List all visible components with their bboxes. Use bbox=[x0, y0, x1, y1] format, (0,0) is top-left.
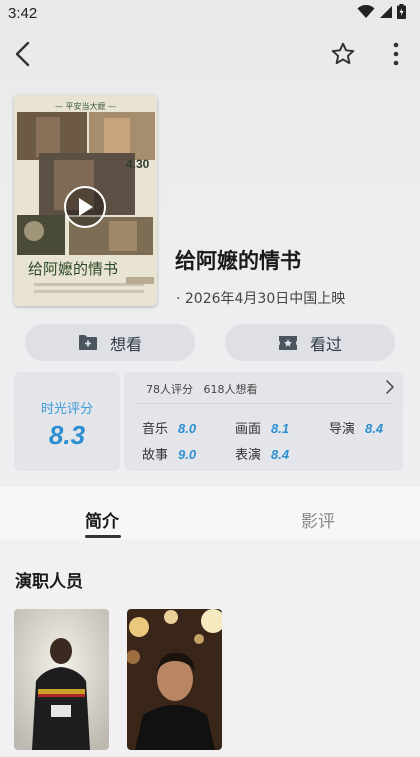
rating-value: 8.3 bbox=[48, 420, 86, 450]
subscore-label: 故事 bbox=[142, 448, 169, 463]
ticket-star-icon bbox=[278, 335, 297, 350]
subscore-value: 8.0 bbox=[178, 421, 197, 436]
rating-divider bbox=[136, 403, 393, 404]
subscore-director: 导演 8.4 bbox=[329, 418, 383, 437]
tab-bar: 简介 影评 bbox=[0, 487, 420, 539]
poster-date: 4.30 bbox=[126, 157, 150, 171]
subscore-value: 8.4 bbox=[365, 421, 384, 436]
cast-photo[interactable] bbox=[14, 609, 109, 750]
battery-icon bbox=[397, 4, 406, 19]
poster-tagline: — 平安当大嬷 — bbox=[54, 102, 117, 111]
more-button[interactable] bbox=[380, 38, 412, 70]
more-vertical-icon bbox=[393, 42, 399, 66]
arrow-left-icon bbox=[15, 41, 30, 67]
status-bar: 3:42 bbox=[0, 0, 420, 28]
wifi-icon bbox=[357, 4, 375, 18]
tab-intro[interactable]: 简介 bbox=[85, 507, 119, 532]
subscore-value: 9.0 bbox=[178, 447, 197, 462]
cast-photo-image bbox=[14, 609, 109, 750]
signal-icon bbox=[380, 5, 392, 18]
watched-button[interactable]: 看过 bbox=[225, 324, 395, 361]
subscore-visual: 画面 8.1 bbox=[235, 418, 289, 437]
folder-add-icon bbox=[78, 335, 97, 350]
play-icon bbox=[79, 198, 93, 216]
subscore-label: 表演 bbox=[235, 448, 262, 463]
subscore-story: 故事 9.0 bbox=[142, 444, 196, 463]
movie-title: 给阿嬷的情书 bbox=[175, 249, 301, 273]
rating-detail-card[interactable]: 78人评分 618人想看 音乐 8.0 画面 8.1 导演 8.4 故事 9.0 表演 8… bbox=[124, 372, 403, 471]
subscore-label: 音乐 bbox=[142, 422, 169, 437]
cast-photo[interactable] bbox=[127, 609, 222, 750]
subscore-acting: 表演 8.4 bbox=[235, 444, 289, 463]
subscore-label: 导演 bbox=[329, 422, 356, 437]
subscore-value: 8.4 bbox=[271, 447, 290, 462]
poster-title: 给阿嬷的情书 bbox=[28, 260, 119, 278]
watched-label: 看过 bbox=[309, 334, 342, 354]
rating-score-card: 时光评分 8.3 bbox=[14, 372, 120, 471]
status-time: 3:42 bbox=[8, 5, 38, 22]
want-to-watch-label: 想看 bbox=[109, 334, 142, 354]
back-button[interactable] bbox=[7, 38, 39, 70]
subscore-value: 8.1 bbox=[271, 421, 290, 436]
cast-section-title: 演职人员 bbox=[15, 572, 83, 592]
chevron-right-icon bbox=[386, 380, 394, 394]
favorite-button[interactable] bbox=[327, 38, 359, 70]
tab-indicator bbox=[85, 535, 121, 538]
status-icons bbox=[357, 4, 406, 19]
rating-summary: 78人评分 618人想看 bbox=[146, 383, 258, 396]
play-trailer-button[interactable] bbox=[64, 186, 106, 228]
subscore-label: 画面 bbox=[235, 422, 262, 437]
release-info: · 2026年4月30日中国上映 bbox=[176, 291, 346, 307]
tab-reviews[interactable]: 影评 bbox=[301, 507, 335, 532]
rating-detail-chevron[interactable] bbox=[385, 379, 395, 399]
star-outline-icon bbox=[331, 42, 355, 65]
subscore-music: 音乐 8.0 bbox=[142, 418, 196, 437]
rating-label: 时光评分 bbox=[40, 402, 93, 417]
cast-photo-image bbox=[127, 609, 222, 750]
want-to-watch-button[interactable]: 想看 bbox=[25, 324, 195, 361]
